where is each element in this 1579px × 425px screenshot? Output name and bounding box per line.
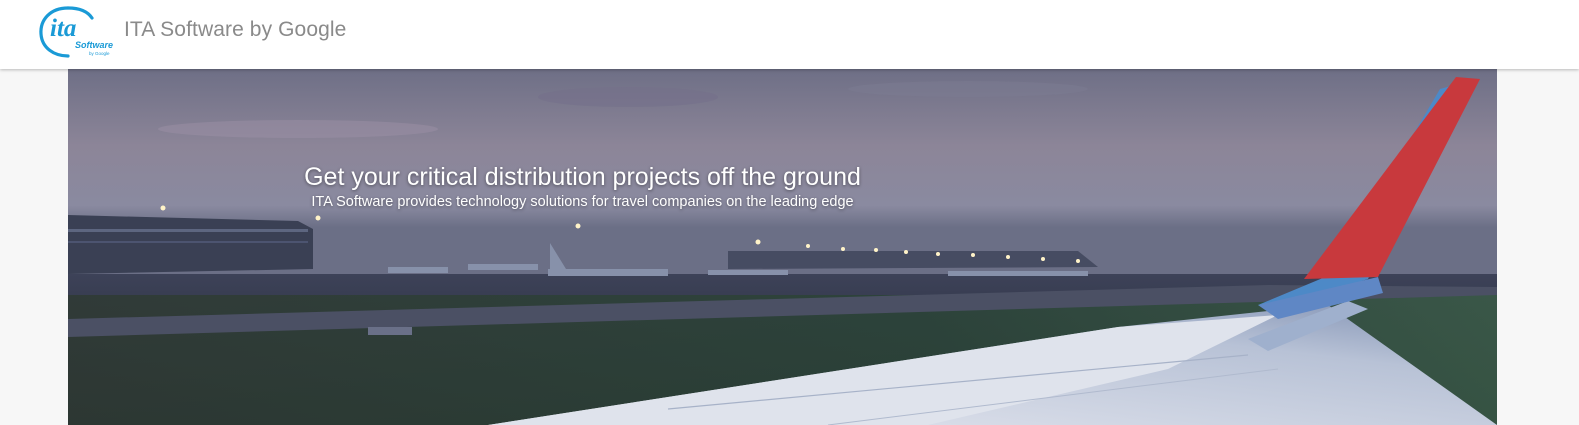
logo-sub-text: Software: [75, 40, 113, 50]
logo-main-text: ita: [50, 15, 76, 42]
logo-tiny-text: by Google: [89, 51, 110, 56]
top-header: ita Software by Google ITA Software by G…: [0, 0, 1579, 69]
ita-software-logo: ita Software by Google: [39, 6, 113, 58]
airplane-wing-at-dusk-image: [68, 69, 1497, 425]
hero-subheadline: ITA Software provides technology solutio…: [311, 194, 854, 210]
terminal-left: [68, 215, 313, 274]
site-title[interactable]: ITA Software by Google: [124, 18, 346, 42]
hero-banner: Get your critical distribution projects …: [68, 69, 1497, 425]
hero-headline: Get your critical distribution projects …: [304, 163, 861, 191]
hero-text-block: Get your critical distribution projects …: [68, 161, 1097, 212]
